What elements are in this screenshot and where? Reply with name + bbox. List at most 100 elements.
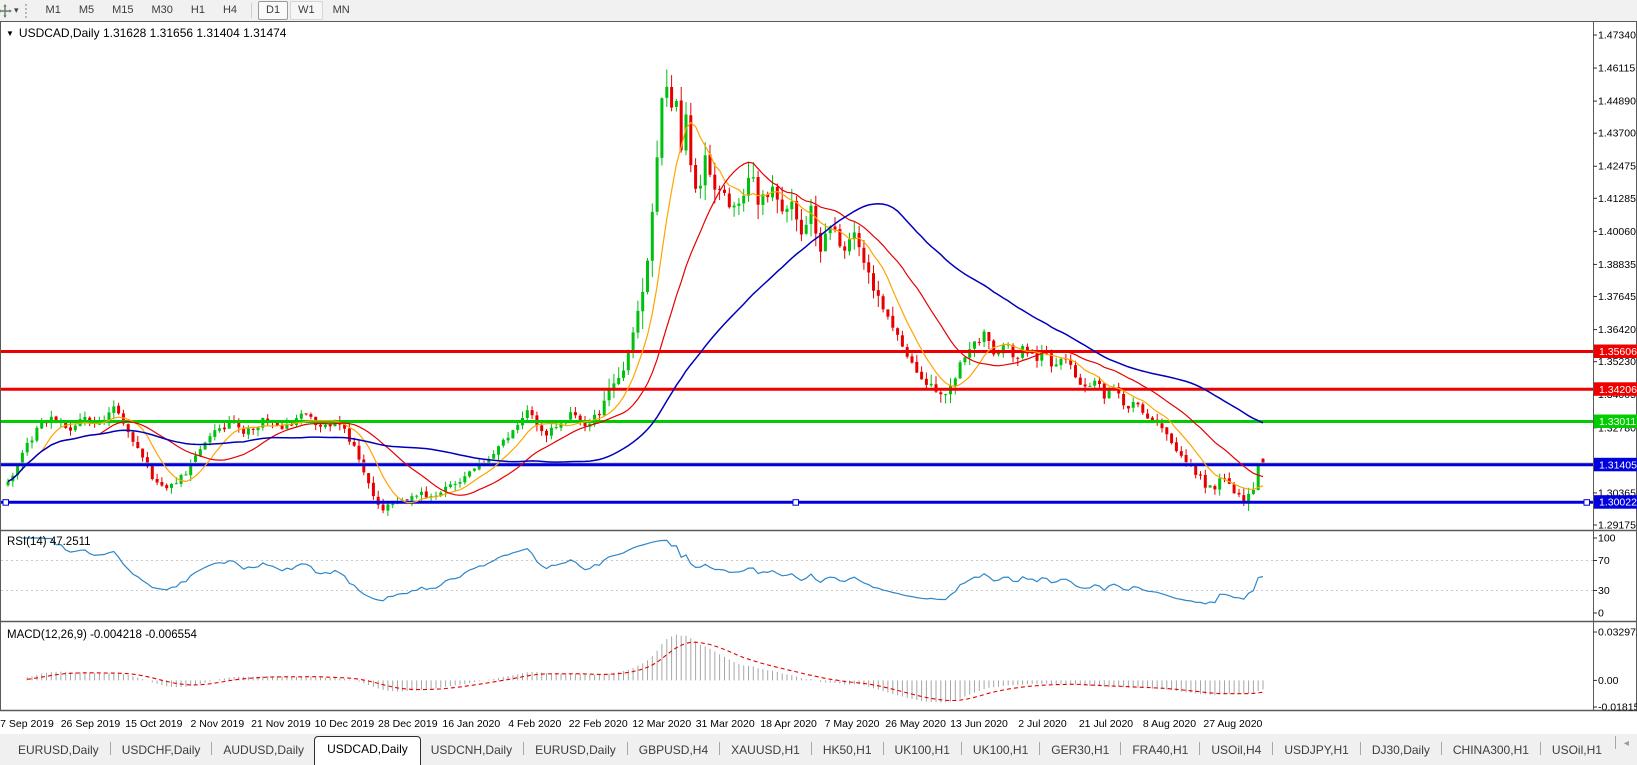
tab-xauusd-h1[interactable]: XAUUSD,H1 — [721, 739, 810, 765]
date-label: 31 Mar 2020 — [696, 718, 755, 730]
price-tick-label: 1.47340 — [1598, 30, 1636, 42]
date-label: 7 Sep 2019 — [0, 718, 54, 730]
rsi-tick-label: 30 — [1598, 585, 1610, 597]
price-badge-1.30022: 1.30022 — [1594, 495, 1637, 509]
date-label: 10 Dec 2019 — [315, 718, 375, 730]
price-tick-label: 1.43700 — [1598, 128, 1636, 140]
date-label: 28 Dec 2019 — [378, 718, 438, 730]
timeframe-button-h4[interactable]: H4 — [215, 1, 245, 20]
tab-scroll-left-icon[interactable]: ◂ — [1619, 738, 1634, 749]
price-tick-label: 1.38835 — [1598, 259, 1636, 271]
date-label: 26 May 2020 — [885, 718, 946, 730]
macd-indicator-label: MACD(12,26,9) -0.004218 -0.006554 — [7, 629, 197, 641]
tool-dropdown-caret[interactable]: ▾ — [14, 5, 19, 16]
tab-usdjpy-h1[interactable]: USDJPY,H1 — [1274, 739, 1358, 765]
tab-usdchf-daily[interactable]: USDCHF,Daily — [112, 739, 211, 765]
date-label: 2 Jul 2020 — [1018, 718, 1067, 730]
chart-title: ▼ USDCAD,Daily 1.31628 1.31656 1.31404 1.… — [6, 26, 286, 40]
tab-separator — [882, 742, 884, 755]
date-label: 7 May 2020 — [825, 718, 880, 730]
tab-eurusd-daily[interactable]: EURUSD,Daily — [8, 739, 109, 765]
date-label: 21 Nov 2019 — [251, 718, 311, 730]
tab-separator — [1272, 742, 1274, 755]
tab-uk100-h1[interactable]: UK100,H1 — [885, 739, 960, 765]
date-label: 15 Oct 2019 — [125, 718, 182, 730]
tab-fra40-h1[interactable]: FRA40,H1 — [1122, 739, 1198, 765]
date-label: 2 Nov 2019 — [191, 718, 245, 730]
date-label: 22 Feb 2020 — [569, 718, 628, 730]
line-handle[interactable] — [1583, 499, 1590, 506]
price-tick-label: 1.37645 — [1598, 291, 1636, 303]
tab-usoil-h1[interactable]: USOil,H1 — [1542, 739, 1612, 765]
tab-separator — [1614, 736, 1616, 749]
tab-eurusd-daily[interactable]: EURUSD,Daily — [525, 739, 626, 765]
tab-china300-h1[interactable]: CHINA300,H1 — [1443, 739, 1539, 765]
chart-plot[interactable]: 1.47340 1.46115 1.44890 1.43700 1.42475 1.412… — [0, 21, 1637, 733]
chart-symbol-period: USDCAD,Daily — [18, 26, 100, 40]
price-badge-1.35606: 1.35606 — [1594, 344, 1637, 358]
tab-hk50-h1[interactable]: HK50,H1 — [813, 739, 882, 765]
timeframe-button-m5[interactable]: M5 — [71, 1, 102, 20]
tab-separator — [810, 742, 812, 755]
date-label: 21 Jul 2020 — [1079, 718, 1133, 730]
timeframe-toolbar: ▾ M1 M5 M15 M30 H1 H4 D1 W1 MN — [0, 0, 1637, 22]
crosshair-tool-icon[interactable] — [0, 3, 13, 19]
timeframe-button-m15[interactable]: M15 — [104, 1, 141, 20]
timeframe-button-h1[interactable]: H1 — [183, 1, 213, 20]
timeframe-button-w1[interactable]: W1 — [290, 1, 323, 20]
rsi-indicator-label: RSI(14) 47.2511 — [7, 536, 91, 548]
tab-usdcad-daily[interactable]: USDCAD,Daily — [314, 736, 421, 765]
date-label: 27 Aug 2020 — [1203, 718, 1262, 730]
tab-usdcnh-daily[interactable]: USDCNH,Daily — [421, 739, 522, 765]
rsi-tick-label: 70 — [1598, 555, 1610, 567]
toolbar-separator — [251, 3, 253, 18]
tab-separator — [1539, 742, 1541, 755]
tab-audusd-daily[interactable]: AUDUSD,Daily — [213, 739, 314, 765]
price-badge-1.31405: 1.31405 — [1594, 457, 1637, 471]
date-label: 26 Sep 2019 — [61, 718, 121, 730]
timeframe-button-mn[interactable]: MN — [325, 1, 358, 20]
tab-gbpusd-h4[interactable]: GBPUSD,H4 — [629, 739, 718, 765]
price-badge-text: 1.33011 — [1599, 416, 1636, 428]
price-badge-text: 1.34206 — [1599, 384, 1637, 396]
chart-collapse-arrow[interactable]: ▼ — [6, 29, 14, 38]
tab-separator — [1039, 742, 1041, 755]
price-badge-text: 1.31405 — [1599, 459, 1637, 471]
date-label: 16 Jan 2020 — [442, 718, 500, 730]
chart-ohlc-values: 1.31628 1.31656 1.31404 1.31474 — [102, 26, 287, 40]
date-label: 4 Feb 2020 — [508, 718, 561, 730]
price-tick-label: 1.46115 — [1598, 63, 1635, 75]
price-tick-label: 1.44890 — [1598, 96, 1636, 108]
line-handle[interactable] — [2, 499, 9, 506]
line-handle[interactable] — [792, 499, 799, 506]
tab-separator — [1359, 742, 1361, 755]
price-badge-1.33011: 1.33011 — [1594, 414, 1637, 428]
macd-tick-label: 0.00 — [1598, 675, 1619, 687]
price-badge-text: 1.30022 — [1599, 497, 1637, 509]
tab-ger30-h1[interactable]: GER30,H1 — [1041, 739, 1119, 765]
date-label: 12 Mar 2020 — [632, 718, 691, 730]
price-badge-1.34206: 1.34206 — [1594, 382, 1637, 396]
mt4-window: ▾ M1 M5 M15 M30 H1 H4 D1 W1 MN 1.47340 1.46115 1.4… — [0, 0, 1637, 765]
tab-uk100-h1[interactable]: UK100,H1 — [963, 739, 1038, 765]
price-tick-label: 1.40060 — [1598, 226, 1636, 238]
tab-usoil-h4[interactable]: USOil,H4 — [1201, 739, 1271, 765]
timeframe-button-m1[interactable]: M1 — [38, 1, 69, 20]
chart-tab-bar: EURUSD,Daily USDCHF,Daily AUDUSD,Daily USDC… — [0, 733, 1637, 765]
tab-dj30-daily[interactable]: DJ30,Daily — [1362, 739, 1440, 765]
timeframe-button-m30[interactable]: M30 — [144, 1, 181, 20]
tab-separator — [1120, 742, 1122, 755]
timeframe-button-d1[interactable]: D1 — [258, 1, 289, 20]
date-label: 8 Aug 2020 — [1143, 718, 1196, 730]
tab-separator — [523, 742, 525, 755]
tab-scroll-arrows: ◂ ▸ — [1612, 728, 1637, 765]
price-tick-label: 1.29175 — [1598, 520, 1636, 532]
tab-separator — [109, 742, 111, 755]
price-tick-label: 1.36420 — [1598, 324, 1636, 336]
date-label: 13 Jun 2020 — [950, 718, 1008, 730]
macd-tick-label: -0.018154 — [1598, 702, 1637, 714]
tab-separator — [626, 742, 628, 755]
tab-separator — [211, 742, 213, 755]
toolbar-grip — [24, 3, 30, 18]
tab-separator — [719, 742, 721, 755]
